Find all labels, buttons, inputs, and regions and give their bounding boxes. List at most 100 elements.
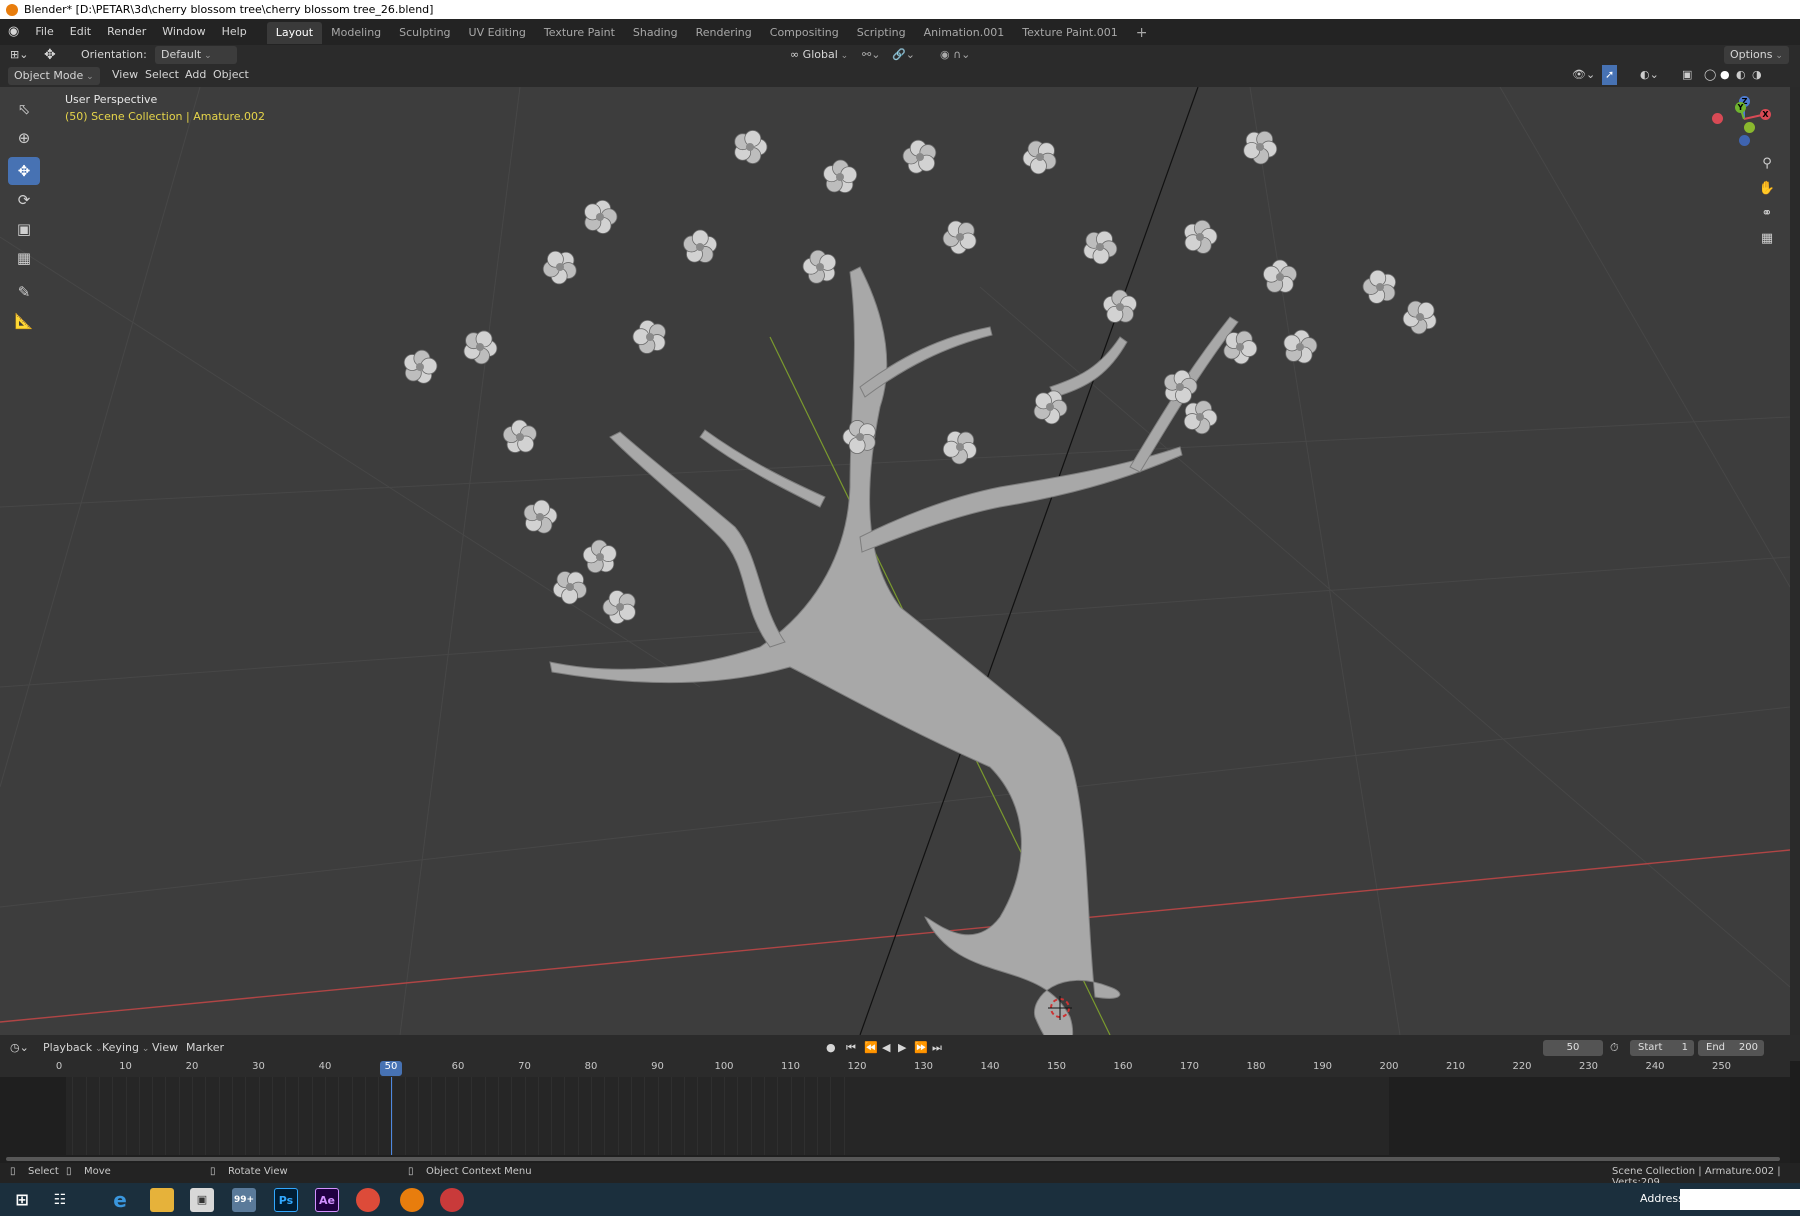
material-shading-icon[interactable]: ◐ xyxy=(1736,65,1746,85)
next-keyframe-icon[interactable]: ⏩ xyxy=(914,1038,928,1058)
blossom-cluster xyxy=(403,130,1437,625)
tab-modeling[interactable]: Modeling xyxy=(322,22,390,44)
orientation-dropdown[interactable]: Default xyxy=(155,46,237,64)
blender-taskbar-icon[interactable] xyxy=(400,1188,424,1212)
preview-range-icon[interactable]: ⏱ xyxy=(1610,1038,1619,1058)
tab-shading[interactable]: Shading xyxy=(624,22,687,44)
frame-tick-label: 10 xyxy=(119,1061,132,1072)
tab-animation-001[interactable]: Animation.001 xyxy=(915,22,1014,44)
xray-icon[interactable]: ▣ xyxy=(1682,65,1692,85)
jump-end-icon[interactable]: ⏭ xyxy=(932,1038,942,1058)
pan-view-icon[interactable]: ✋ xyxy=(1757,179,1777,199)
proportional-edit-icon[interactable]: ◉ ∩⌄ xyxy=(940,45,970,65)
tab-scripting[interactable]: Scripting xyxy=(848,22,915,44)
mail-icon[interactable]: 99+ xyxy=(232,1188,256,1212)
timeline-grid-line xyxy=(737,1077,739,1155)
edge-browser-icon[interactable]: e xyxy=(108,1188,132,1212)
3d-viewport[interactable]: User Perspective (50) Scene Collection |… xyxy=(0,87,1790,1035)
menu-select[interactable]: Select xyxy=(145,65,179,85)
timeline-scrollbar[interactable] xyxy=(0,1155,1790,1163)
menu-file[interactable]: File xyxy=(27,19,61,45)
transform-orientation-dropdown[interactable]: ∞ Global xyxy=(790,45,848,66)
ortho-toggle-icon[interactable]: ▦ xyxy=(1757,229,1777,249)
windows-start-icon[interactable]: ⊞ xyxy=(10,1188,34,1212)
visibility-icon[interactable]: 👁⌄ xyxy=(1572,65,1595,85)
blossom-flower xyxy=(1243,130,1278,165)
camera-view-icon[interactable]: ⚭ xyxy=(1757,204,1777,224)
menu-add[interactable]: Add xyxy=(185,65,206,85)
editor-type-icon[interactable]: ⊞⌄ xyxy=(10,45,28,65)
play-icon[interactable]: ▶ xyxy=(898,1038,906,1058)
menu-window[interactable]: Window xyxy=(154,19,213,45)
tab-texture-paint[interactable]: Texture Paint xyxy=(535,22,624,44)
end-frame-field[interactable]: End 200 xyxy=(1698,1040,1764,1056)
gizmo-neg-y-dot[interactable] xyxy=(1744,122,1755,133)
sidebar-collapsed-strip[interactable] xyxy=(1790,87,1800,1035)
wireframe-shading-icon[interactable]: ◯ xyxy=(1704,65,1716,85)
photoshop-icon[interactable]: Ps xyxy=(274,1188,298,1212)
cursor-tool-icon[interactable]: ⊕ xyxy=(8,124,40,152)
gizmo-toggle-icon[interactable]: ➚ xyxy=(1602,65,1618,85)
tab-sculpting[interactable]: Sculpting xyxy=(390,22,459,44)
add-workspace-button[interactable]: + xyxy=(1127,22,1157,44)
tab-compositing[interactable]: Compositing xyxy=(761,22,848,44)
task-view-icon[interactable]: ☷ xyxy=(48,1188,72,1212)
timeline-grid-line xyxy=(630,1077,632,1155)
menu-render[interactable]: Render xyxy=(99,19,154,45)
timeline-view-menu[interactable]: View xyxy=(152,1038,178,1058)
annotate-tool-icon[interactable]: ✎ xyxy=(8,278,40,306)
keying-menu[interactable]: Keying xyxy=(102,1038,149,1059)
options-dropdown[interactable]: Options xyxy=(1724,46,1789,64)
tab-uv-editing[interactable]: UV Editing xyxy=(460,22,535,44)
floor-grid xyxy=(0,87,1790,1035)
menu-edit[interactable]: Edit xyxy=(62,19,99,45)
tab-rendering[interactable]: Rendering xyxy=(687,22,761,44)
after-effects-icon[interactable]: Ae xyxy=(315,1188,339,1212)
timeline-grid-line xyxy=(763,1077,765,1155)
overlay-icon[interactable]: ◐⌄ xyxy=(1640,65,1659,85)
file-explorer-icon[interactable] xyxy=(150,1188,174,1212)
orientation-label: Orientation: xyxy=(81,48,147,61)
blender-menu-icon[interactable]: ◉ xyxy=(0,19,27,45)
scale-tool-icon[interactable]: ▣ xyxy=(8,215,40,243)
zoom-view-icon[interactable]: ⚲ xyxy=(1757,154,1777,174)
rotate-tool-icon[interactable]: ⟳ xyxy=(8,186,40,214)
pivot-point-icon[interactable]: ⚯⌄ xyxy=(862,45,880,65)
record-icon[interactable]: ● xyxy=(826,1038,836,1058)
current-frame-field[interactable]: 50 xyxy=(1543,1040,1603,1056)
menu-object[interactable]: Object xyxy=(213,65,249,85)
gizmo-neg-z-dot[interactable] xyxy=(1739,135,1750,146)
address-input[interactable] xyxy=(1680,1189,1800,1210)
snap-icon[interactable]: 🔗⌄ xyxy=(892,45,915,65)
marker-menu[interactable]: Marker xyxy=(186,1038,224,1058)
select-tool-icon[interactable]: ⬁ xyxy=(8,95,40,123)
transform-tool-icon[interactable]: ▦ xyxy=(8,244,40,272)
gizmo-x-axis[interactable]: X xyxy=(1760,109,1771,120)
start-frame-field[interactable]: Start 1 xyxy=(1630,1040,1694,1056)
menu-view[interactable]: View xyxy=(112,65,138,85)
menu-help[interactable]: Help xyxy=(214,19,255,45)
timeline-scroll-thumb[interactable] xyxy=(6,1157,1780,1161)
gizmo-y-axis[interactable]: Y xyxy=(1735,102,1746,113)
measure-tool-icon[interactable]: 📐 xyxy=(8,307,40,335)
playback-menu[interactable]: Playback xyxy=(43,1038,103,1059)
move-tool-button-icon[interactable]: ✥ xyxy=(8,157,40,185)
tab-layout[interactable]: Layout xyxy=(266,22,323,44)
gizmo-neg-x-dot[interactable] xyxy=(1712,113,1723,124)
timeline-ruler[interactable]: 0 10 20 30 40 60 70 80 90 100 110 120 130 140 150 160 17… xyxy=(0,1061,1790,1077)
mode-dropdown[interactable]: Object Mode xyxy=(8,67,100,85)
chat-app-icon[interactable] xyxy=(440,1188,464,1212)
rendered-shading-icon[interactable]: ◑ xyxy=(1752,65,1762,85)
play-reverse-icon[interactable]: ◀ xyxy=(882,1038,890,1058)
tab-texture-paint-001[interactable]: Texture Paint.001 xyxy=(1013,22,1126,44)
store-icon[interactable]: ▣ xyxy=(190,1188,214,1212)
jump-start-icon[interactable]: ⏮ xyxy=(846,1038,856,1058)
prev-keyframe-icon[interactable]: ⏪ xyxy=(864,1038,878,1058)
frame-tick-label: 40 xyxy=(318,1061,332,1072)
navigation-gizmo[interactable]: Z Y X xyxy=(1700,89,1790,149)
solid-shading-icon[interactable]: ● xyxy=(1720,65,1730,85)
cherry-tree-model[interactable] xyxy=(549,266,1239,1035)
chrome-icon[interactable] xyxy=(356,1188,380,1212)
timeline-editor-icon[interactable]: ◷⌄ xyxy=(10,1038,29,1058)
timeline-track-area[interactable] xyxy=(0,1077,1790,1155)
